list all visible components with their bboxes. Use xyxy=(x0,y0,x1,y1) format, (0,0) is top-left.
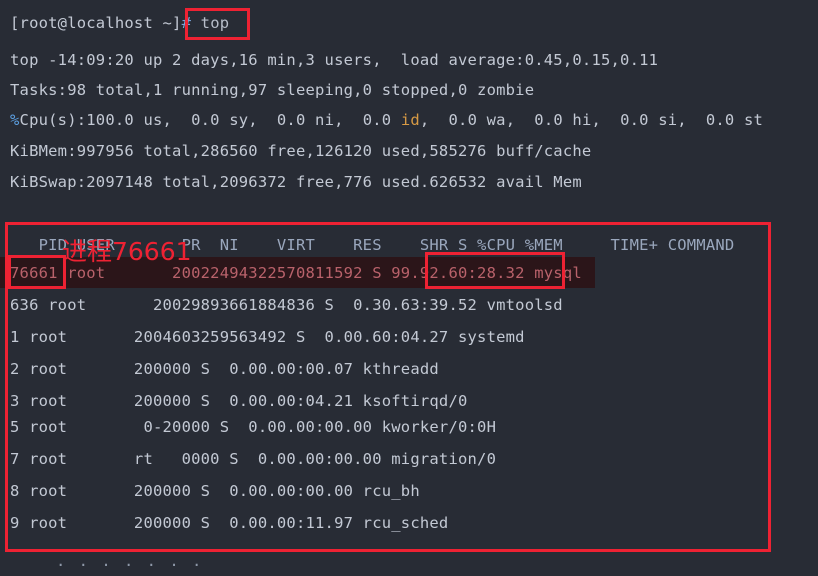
cpu-stats-a: Cpu(s):100.0 us, 0.0 sy, 0.0 ni, 0.0 xyxy=(19,111,401,129)
top-swap-line: KiBSwap:2097148 total,2096372 free,776 u… xyxy=(10,173,582,191)
table-row[interactable]: 7 root rt 0000 S 0.00.00:00.00 migration… xyxy=(10,444,496,474)
prompt-hash: # xyxy=(181,14,192,32)
typed-command[interactable]: top xyxy=(191,14,229,32)
top-mem-line: KiBMem:997956 total,286560 free,126120 u… xyxy=(10,142,592,160)
top-tasks-line: Tasks:98 total,1 running,97 sleeping,0 s… xyxy=(10,81,535,99)
annotation-process-label: 进程76661 xyxy=(62,237,192,266)
cpu-stats-b: , 0.0 wa, 0.0 hi, 0.0 si, 0.0 st xyxy=(419,111,764,129)
table-row[interactable]: 5 root 0-20000 S 0.00.00:00.00 kworker/0… xyxy=(10,412,496,442)
terminal-window: [root@localhost ~]# top top -14:09:20 up… xyxy=(0,0,818,572)
table-row[interactable]: 2 root 200000 S 0.00.00:00.07 kthreadd xyxy=(10,354,439,384)
table-row[interactable]: 1 root 2004603259563492 S 0.00.60:04.27 … xyxy=(10,322,525,352)
table-row[interactable]: 8 root 200000 S 0.00.00:00.00 rcu_bh xyxy=(10,476,420,506)
cpu-idle-label: id xyxy=(400,111,420,129)
shell-prompt-line: [root@localhost ~]# top xyxy=(10,8,229,38)
table-row[interactable]: 9 root 200000 S 0.00.00:11.97 rcu_sched xyxy=(10,508,448,538)
table-row[interactable]: 636 root 20029893661884836 S 0.30.63:39.… xyxy=(10,290,563,320)
top-uptime-line: top -14:09:20 up 2 days,16 min,3 users, … xyxy=(10,51,659,69)
prompt-text: [root@localhost ~] xyxy=(10,14,182,32)
top-cpu-line: %Cpu(s):100.0 us, 0.0 sy, 0.0 ni, 0.0 id… xyxy=(10,105,763,135)
percent-symbol-icon: % xyxy=(10,111,20,129)
